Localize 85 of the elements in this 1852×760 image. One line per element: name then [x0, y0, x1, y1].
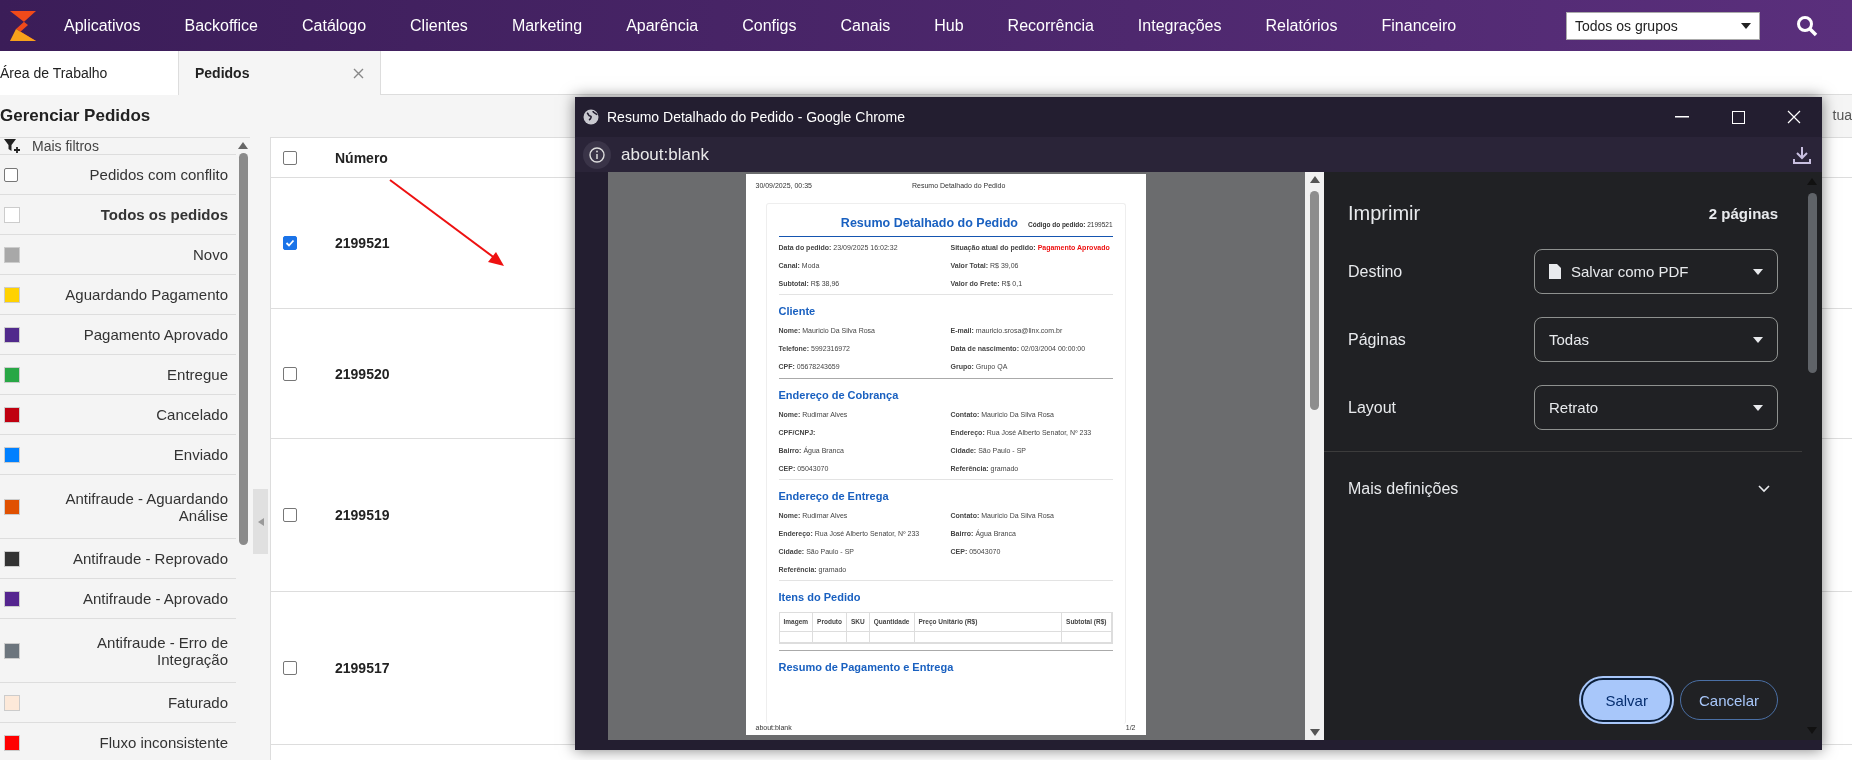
scrollbar-thumb[interactable]: [238, 153, 248, 545]
row-checkbox[interactable]: [283, 236, 297, 250]
close-icon: [1787, 110, 1801, 124]
search-icon[interactable]: [1796, 14, 1818, 37]
option-label: Layout: [1348, 398, 1398, 417]
filter-item[interactable]: Cancelado: [156, 406, 228, 423]
toolbar-text: tua: [1832, 107, 1852, 123]
nav-menu-item[interactable]: Aplicativos: [64, 16, 141, 35]
download-icon[interactable]: [1792, 144, 1812, 165]
filter-item[interactable]: Enviado: [173, 446, 228, 463]
collapse-arrow-icon: [257, 517, 264, 526]
nav-menu-item[interactable]: Financeiro: [1381, 16, 1457, 35]
window-title: Resumo Detalhado do Pedido - Google Chrome: [607, 109, 906, 125]
nav-menu-item[interactable]: Hub: [934, 16, 964, 35]
section-heading: Resumo de Pagamento e Entrega: [778, 661, 955, 674]
nav-menu-item[interactable]: Clientes: [410, 16, 468, 35]
nav-menu-item[interactable]: Configs: [742, 16, 797, 35]
filter-item[interactable]: Faturado: [167, 694, 228, 711]
filter-add-icon[interactable]: [4, 138, 20, 154]
row-checkbox[interactable]: [283, 661, 297, 675]
nav-menu-item[interactable]: Recorrência: [1007, 16, 1094, 35]
nav-menu-item[interactable]: Aparência: [626, 16, 699, 35]
address-bar[interactable]: about:blank: [621, 144, 709, 165]
filter-item[interactable]: Pagamento Aprovado: [83, 326, 228, 343]
section-heading: Endereço de Cobrança: [778, 388, 900, 401]
filter-item[interactable]: Fluxo inconsistente: [99, 734, 228, 751]
order-number: 2199519: [335, 507, 390, 523]
group-select[interactable]: Todos os grupos: [1566, 11, 1760, 40]
section-heading: Itens do Pedido: [778, 591, 862, 604]
chevron-icon: [1758, 485, 1770, 493]
option-select[interactable]: Salvar como PDF: [1534, 249, 1778, 294]
caret-icon: [1741, 22, 1751, 29]
scroll-down-icon[interactable]: [1309, 729, 1320, 736]
scrollbar-thumb[interactable]: [1807, 193, 1817, 373]
nav-menu-item[interactable]: Relatórios: [1265, 16, 1338, 35]
scrollbar-thumb[interactable]: [1310, 191, 1319, 410]
maximize-icon: [1731, 110, 1745, 124]
checkbox[interactable]: [4, 167, 18, 182]
more-filters-label[interactable]: Mais filtros: [32, 138, 99, 154]
filter-item[interactable]: Antifraude - Reprovado: [72, 550, 228, 567]
order-number: 2199521: [335, 235, 390, 251]
section-heading: Cliente: [778, 305, 817, 318]
nav-menu-item[interactable]: Marketing: [511, 16, 583, 35]
order-number: 2199520: [335, 365, 390, 382]
select-all-checkbox[interactable]: [283, 150, 297, 165]
filter-item[interactable]: Todos os pedidos: [100, 206, 228, 223]
document-title: Resumo Detalhado do Pedido: [840, 216, 1018, 230]
close-icon[interactable]: [353, 67, 364, 79]
nav-menu-item[interactable]: Integrações: [1137, 16, 1222, 35]
option-label: Páginas: [1348, 330, 1407, 349]
check-icon: [285, 238, 295, 248]
section-heading: Endereço de Entrega: [778, 489, 890, 502]
option-select[interactable]: Todas: [1534, 317, 1778, 362]
scroll-up-icon[interactable]: [1309, 176, 1320, 183]
filter-item[interactable]: Entregue: [167, 366, 228, 383]
filter-item[interactable]: Antifraude - Aprovado: [82, 590, 228, 607]
row-checkbox[interactable]: [283, 508, 297, 522]
filter-item[interactable]: Pedidos com conflito: [89, 166, 228, 183]
caret-icon: [1753, 336, 1763, 343]
print-title: Imprimir: [1348, 202, 1421, 225]
page-tab[interactable]: Pedidos: [178, 51, 381, 95]
column-header[interactable]: Número: [335, 149, 388, 166]
collapse-handle[interactable]: [253, 489, 268, 554]
filter-item[interactable]: Antifraude - Erro de Integração: [28, 633, 228, 668]
save-button[interactable]: Salvar: [1581, 678, 1672, 722]
option-label: Destino: [1348, 262, 1404, 281]
page-title: Gerenciar Pedidos: [0, 105, 151, 127]
document-icon: [1549, 264, 1561, 279]
more-settings-toggle[interactable]: Mais definições: [1348, 452, 1802, 498]
page-count: 2 páginas: [1708, 205, 1778, 222]
row-checkbox[interactable]: [283, 366, 297, 381]
scroll-up-icon[interactable]: [238, 142, 248, 149]
nav-menu-item[interactable]: Catálogo: [302, 16, 367, 35]
nav-menu-item[interactable]: Canais: [840, 16, 891, 35]
info-icon[interactable]: [583, 140, 611, 169]
nav-menu-item[interactable]: Backoffice: [184, 16, 258, 35]
minimize-icon: [1675, 116, 1689, 118]
globe-icon: [583, 109, 599, 125]
caret-icon: [1753, 268, 1763, 275]
option-select[interactable]: Retrato: [1534, 385, 1778, 430]
filter-item[interactable]: Novo: [192, 246, 228, 263]
filter-item[interactable]: Aguardando Pagamento: [65, 286, 228, 303]
filter-item[interactable]: Antifraude - Aguardando Análise: [28, 489, 228, 524]
order-number: 2199517: [335, 660, 390, 676]
caret-icon: [1753, 404, 1763, 411]
